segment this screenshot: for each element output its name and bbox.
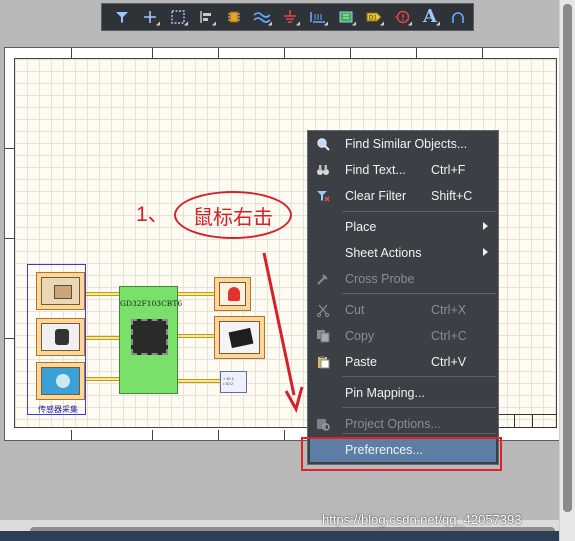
border-tick	[5, 338, 14, 339]
wire[interactable]	[86, 377, 119, 381]
menu-item-sheet-actions[interactable]: Sheet Actions	[308, 241, 498, 265]
context-menu: Find Similar Objects... Find Text... Ctrl+…	[307, 130, 499, 465]
submenu-arrow-icon	[483, 248, 488, 256]
border-tick	[71, 48, 72, 58]
mcu-chip-image	[131, 319, 168, 355]
menu-item-label: Pin Mapping...	[345, 386, 425, 400]
port-icon[interactable]: D1	[360, 6, 388, 28]
connector-text: + IO 1 • IO 2	[223, 376, 235, 386]
submenu-arrow-icon	[483, 222, 488, 230]
wire[interactable]	[178, 379, 220, 383]
project-options-icon	[316, 417, 330, 431]
vertical-scrollbar[interactable]	[559, 0, 575, 541]
annotation-bubble: 鼠标右击	[174, 191, 292, 239]
menu-item-label: Cross Probe	[345, 272, 415, 286]
binoculars-icon	[316, 163, 330, 177]
copy-icon	[316, 329, 330, 343]
sensor-component-2[interactable]	[36, 318, 85, 356]
menu-item-paste[interactable]: Paste Ctrl+V	[308, 350, 498, 374]
menu-item-label: Paste	[345, 355, 377, 369]
title-block	[495, 414, 557, 428]
border-tick	[218, 48, 219, 58]
wire[interactable]	[178, 334, 214, 338]
watermark: https://blog.csdn.net/qq_42057393	[322, 512, 522, 527]
menu-separator	[342, 211, 496, 212]
wire[interactable]	[178, 292, 214, 296]
menu-item-shortcut: Ctrl+F	[431, 163, 466, 177]
menu-item-shortcut: Ctrl+C	[431, 329, 467, 343]
menu-item-find-text[interactable]: Find Text... Ctrl+F	[308, 158, 498, 182]
vertical-scroll-thumb[interactable]	[563, 4, 572, 512]
bus-icon[interactable]	[304, 6, 332, 28]
annotation-text: 鼠标右击	[193, 206, 273, 229]
menu-item-project-options[interactable]: Project Options...	[308, 412, 498, 436]
menu-item-shortcut: Ctrl+V	[431, 355, 467, 369]
menu-item-find-similar-objects[interactable]: Find Similar Objects...	[308, 132, 498, 156]
border-tick	[152, 430, 153, 440]
annotation-highlight-box	[301, 437, 502, 471]
cross-probe-icon	[316, 272, 330, 286]
border-tick	[71, 430, 72, 440]
sensor-group-label: 传感器采集	[38, 405, 78, 414]
menu-item-label: Place	[345, 220, 377, 234]
menu-separator	[342, 407, 496, 408]
menu-item-label: Clear Filter	[345, 189, 407, 203]
menu-item-clear-filter[interactable]: Clear Filter Shift+C	[308, 184, 498, 208]
border-tick	[284, 48, 285, 58]
text-icon[interactable]: A	[416, 6, 444, 28]
menu-item-place[interactable]: Place	[308, 215, 498, 239]
taskbar	[0, 531, 559, 541]
directive-icon[interactable]	[388, 6, 416, 28]
annotation-step: 1、	[136, 203, 169, 226]
border-tick	[5, 238, 14, 239]
menu-item-label: Find Similar Objects...	[345, 137, 468, 151]
menu-item-shortcut: Ctrl+X	[431, 303, 467, 317]
connector-component[interactable]: + IO 1 • IO 2	[220, 371, 247, 393]
menu-item-cross-probe[interactable]: Cross Probe	[308, 267, 498, 291]
menu-item-copy[interactable]: Copy Ctrl+C	[308, 324, 498, 348]
border-tick	[350, 48, 351, 58]
menu-item-cut[interactable]: Cut Ctrl+X	[308, 298, 498, 322]
menu-separator	[342, 293, 496, 294]
svg-text:D1: D1	[369, 16, 377, 22]
wire[interactable]	[86, 292, 119, 296]
clear-filter-icon	[316, 189, 330, 203]
ground-power-icon[interactable]	[276, 6, 304, 28]
menu-item-label: Find Text...	[345, 163, 406, 177]
border-tick	[284, 430, 285, 440]
sensor-component-1[interactable]	[36, 272, 85, 310]
schematic-toolbar: D1 A	[101, 3, 474, 31]
menu-item-label: Sheet Actions	[345, 246, 422, 260]
border-tick	[482, 48, 483, 58]
filter-icon[interactable]	[108, 6, 136, 28]
annotation-arrow	[262, 252, 304, 413]
paste-icon	[316, 355, 330, 369]
border-tick	[218, 430, 219, 440]
selection-box-icon[interactable]	[164, 6, 192, 28]
mcu-label: GD32F103CBT6	[120, 299, 183, 308]
menu-item-shortcut: Shift+C	[431, 189, 473, 203]
menu-item-label: Copy	[345, 329, 375, 343]
magnifier-icon	[316, 137, 330, 151]
sensor-component-3[interactable]	[36, 362, 85, 400]
menu-item-pin-mapping[interactable]: Pin Mapping...	[308, 381, 498, 405]
border-tick	[152, 48, 153, 58]
crosshair-icon[interactable]	[136, 6, 164, 28]
sheet-symbol-icon[interactable]	[332, 6, 360, 28]
border-tick	[5, 148, 14, 149]
led-component[interactable]	[214, 277, 251, 311]
wire-icon[interactable]	[248, 6, 276, 28]
align-icon[interactable]	[192, 6, 220, 28]
wire[interactable]	[86, 336, 119, 340]
menu-item-label: Cut	[345, 303, 365, 317]
menu-separator	[342, 376, 496, 377]
menu-item-label: Project Options...	[345, 417, 441, 431]
arc-icon[interactable]	[444, 6, 472, 28]
scissors-icon	[316, 303, 330, 317]
part-icon[interactable]	[220, 6, 248, 28]
border-tick	[416, 48, 417, 58]
text-glyph: A	[423, 6, 437, 27]
